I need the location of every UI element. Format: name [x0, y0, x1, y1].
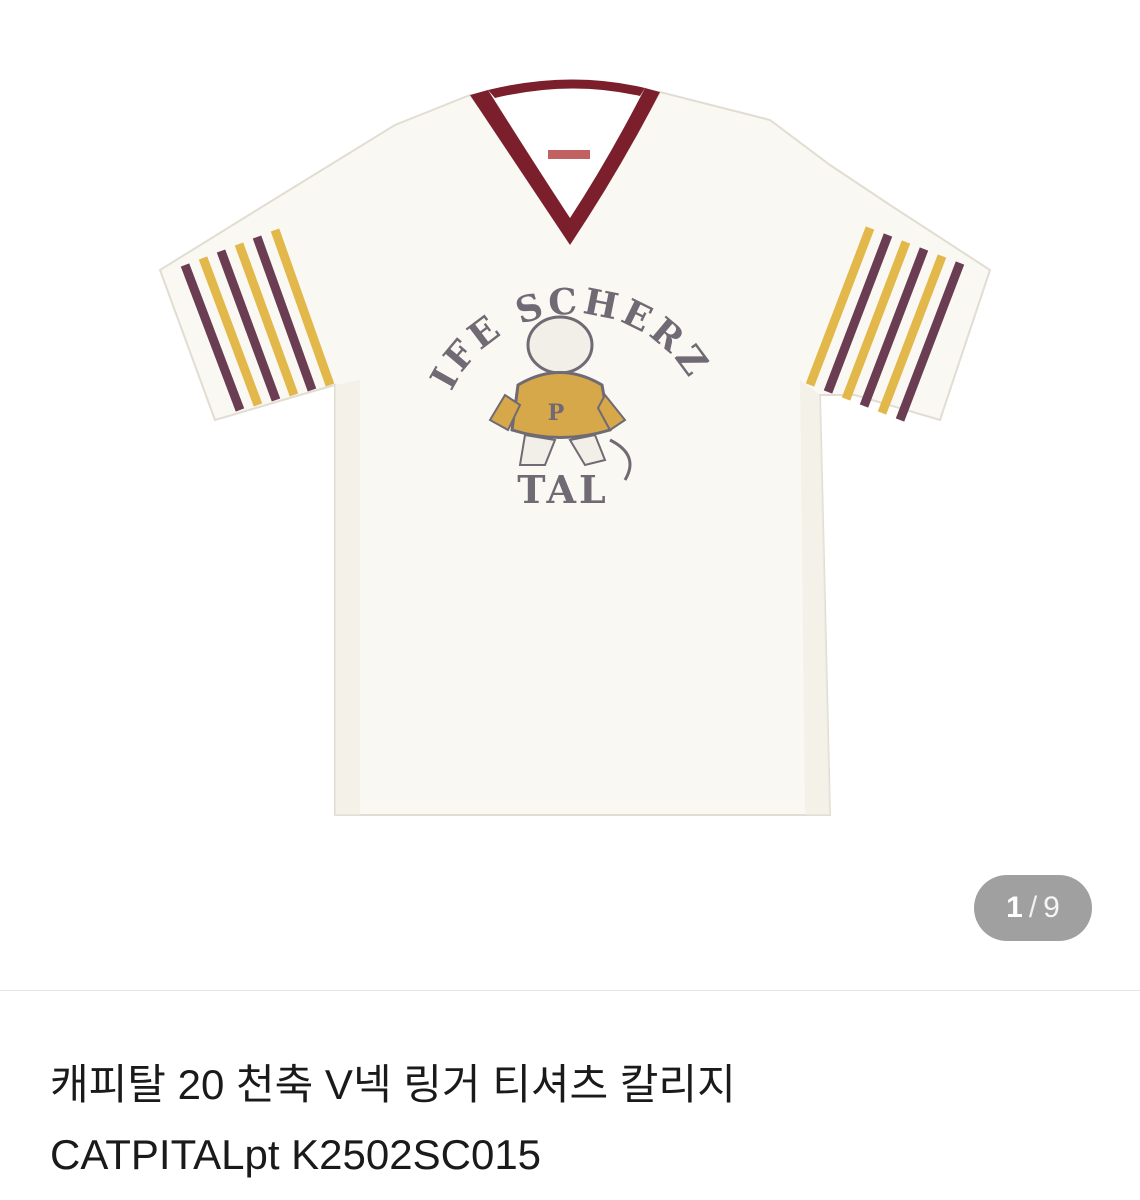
divider [0, 990, 1140, 991]
page-separator: / [1028, 891, 1038, 924]
svg-text:P: P [548, 400, 565, 426]
product-page: LIFE SCHERZO P TAL 1 / 9 캐피탈 20 천축 V넥 링거… [0, 0, 1140, 1200]
page-indicator: 1 / 9 [974, 875, 1092, 941]
product-title: 캐피탈 20 천축 V넥 링거 티셔츠 칼리지 CATPITALpt K2502… [50, 1061, 736, 1178]
page-total: 9 [1043, 891, 1060, 924]
shirt-body [158, 90, 992, 816]
product-image[interactable]: LIFE SCHERZO P TAL [0, 0, 1140, 990]
image-gallery[interactable]: LIFE SCHERZO P TAL 1 / 9 [0, 0, 1140, 990]
print-bottom-text: TAL [517, 467, 608, 512]
page-current: 1 [1006, 891, 1023, 924]
